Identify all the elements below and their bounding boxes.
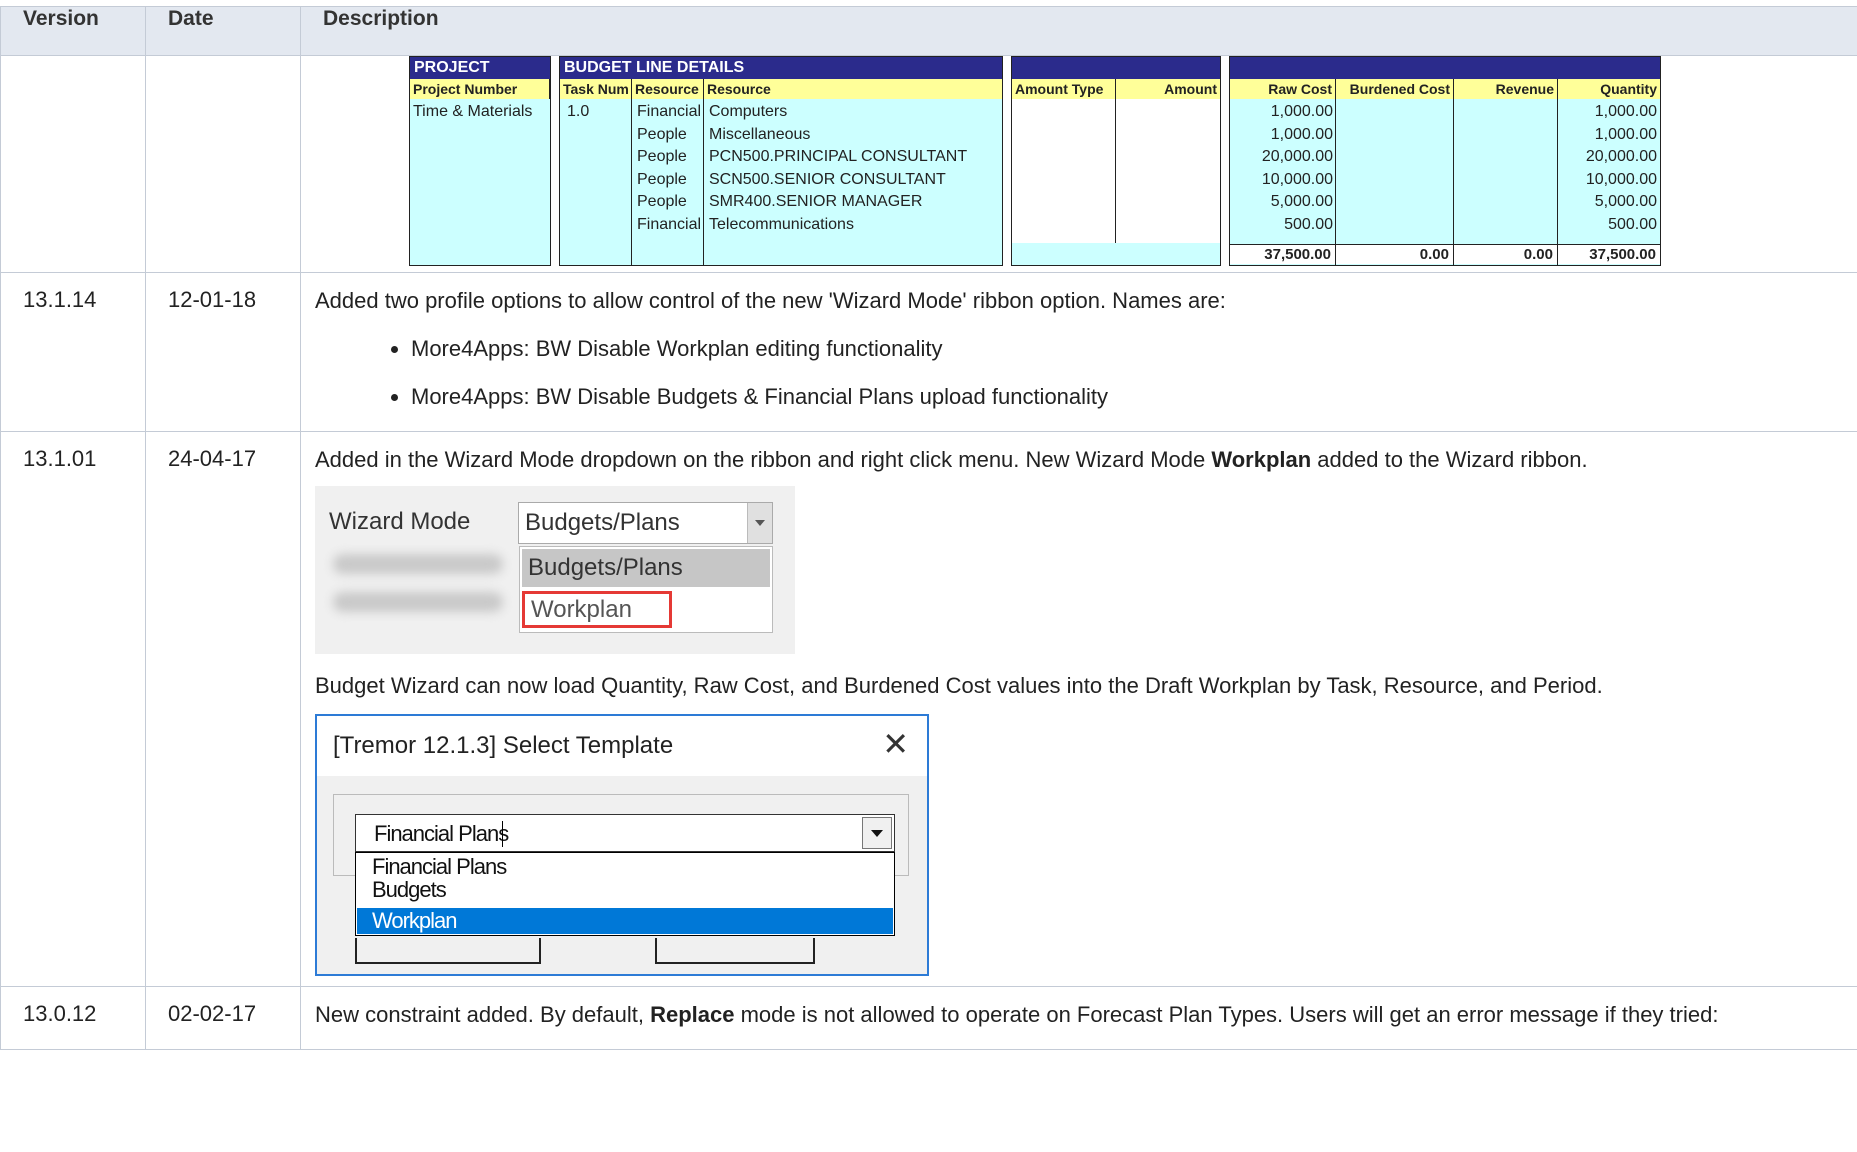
resource-cell: SMR400.SENIOR MANAGER bbox=[709, 193, 923, 210]
dialog-title: [Tremor 12.1.3] Select Template bbox=[333, 732, 674, 759]
template-list: Financial Plans Budgets Workplan bbox=[355, 852, 895, 936]
template-value: Financial Plans bbox=[374, 821, 509, 846]
total-raw-cost: 37,500.00 bbox=[1230, 244, 1336, 264]
version-cell bbox=[0, 55, 146, 273]
table-row: 13.0.12 02-02-17 New constraint added. B… bbox=[0, 986, 1857, 1050]
cost-block: Raw Cost Burdened Cost Revenue Quantity … bbox=[1229, 56, 1661, 266]
wizard-mode-screenshot: Wizard Mode Budgets/Plans Budgets/Plans … bbox=[315, 486, 795, 654]
quantity-header: Quantity bbox=[1558, 79, 1660, 99]
budget-line-bar: BUDGET LINE DETAILS bbox=[560, 57, 1002, 79]
dialog-button[interactable] bbox=[355, 938, 541, 964]
revenue-header: Revenue bbox=[1454, 79, 1558, 99]
select-template-dialog: [Tremor 12.1.3] Select Template ✕ Financ… bbox=[315, 714, 929, 976]
amount-header: Amount bbox=[1116, 79, 1220, 99]
resource-type-cell: People bbox=[637, 148, 687, 165]
raw-cost-cell: 20,000.00 bbox=[1261, 148, 1333, 165]
raw-cost-cell: 10,000.00 bbox=[1261, 170, 1333, 188]
chevron-down-icon[interactable] bbox=[862, 817, 892, 849]
task-num-value: 1.0 bbox=[567, 103, 590, 120]
bold-term: Replace bbox=[650, 1002, 735, 1027]
wizard-mode-option-budgets[interactable]: Budgets/Plans bbox=[522, 549, 770, 587]
table-row: PROJECT Project Number Time & Materials … bbox=[0, 55, 1857, 273]
wizard-mode-option-workplan[interactable]: Workplan bbox=[522, 591, 672, 628]
resource-type-header: Resource bbox=[632, 79, 704, 99]
description-cell: Added two profile options to allow contr… bbox=[300, 272, 1857, 432]
date-cell bbox=[145, 55, 301, 273]
budget-sheet-image: PROJECT Project Number Time & Materials … bbox=[301, 56, 1857, 266]
description-cell: PROJECT Project Number Time & Materials … bbox=[300, 55, 1857, 273]
resource-type-cell: People bbox=[637, 125, 687, 143]
version-cell: 13.1.01 bbox=[0, 431, 146, 987]
resource-cell: SCN500.SENIOR CONSULTANT bbox=[709, 170, 946, 188]
date-cell: 02-02-17 bbox=[145, 986, 301, 1050]
bold-term: Workplan bbox=[1211, 447, 1312, 472]
dialog-button[interactable] bbox=[655, 938, 815, 964]
date-cell: 12-01-18 bbox=[145, 272, 301, 432]
description-cell: New constraint added. By default, Replac… bbox=[300, 986, 1857, 1050]
wizard-mode-list: Budgets/Plans Workplan bbox=[519, 546, 773, 633]
list-item: More4Apps: BW Disable Budgets & Financia… bbox=[411, 373, 1856, 421]
wizard-mode-value: Budgets/Plans bbox=[525, 509, 680, 536]
entry-text: Added in the Wizard Mode dropdown on the… bbox=[315, 447, 1588, 472]
burdened-cost-header: Burdened Cost bbox=[1336, 79, 1454, 99]
version-cell: 13.0.12 bbox=[0, 986, 146, 1050]
total-burdened-cost: 0.00 bbox=[1336, 244, 1454, 264]
project-block: PROJECT Project Number Time & Materials bbox=[409, 56, 551, 266]
version-cell: 13.1.14 bbox=[0, 272, 146, 432]
bullet-list: More4Apps: BW Disable Workplan editing f… bbox=[315, 325, 1856, 421]
resource-type-cell: Financial bbox=[637, 103, 702, 120]
resource-cell: PCN500.PRINCIPAL CONSULTANT bbox=[709, 148, 968, 165]
raw-cost-header: Raw Cost bbox=[1230, 79, 1336, 99]
resource-cell: Telecommunications bbox=[709, 215, 854, 233]
text-cursor bbox=[502, 821, 503, 847]
total-revenue: 0.00 bbox=[1454, 244, 1558, 264]
task-num-header: Task Num bbox=[560, 79, 632, 99]
amount-block: Amount Type Amount bbox=[1011, 56, 1221, 266]
wizard-mode-label: Wizard Mode bbox=[329, 508, 471, 535]
raw-cost-cell: 1,000.00 bbox=[1270, 125, 1333, 143]
table-header-row: Version Date Description bbox=[0, 6, 1857, 56]
dialog-titlebar: [Tremor 12.1.3] Select Template ✕ bbox=[317, 716, 927, 776]
template-option-workplan[interactable]: Workplan bbox=[357, 908, 893, 934]
description-header: Description bbox=[300, 6, 1857, 56]
raw-cost-cell: 1,000.00 bbox=[1270, 103, 1333, 120]
total-quantity: 37,500.00 bbox=[1558, 244, 1660, 264]
project-bar: PROJECT bbox=[410, 57, 550, 79]
entry-text: Added two profile options to allow contr… bbox=[315, 288, 1226, 313]
close-icon[interactable]: ✕ bbox=[882, 726, 909, 762]
list-item: More4Apps: BW Disable Workplan editing f… bbox=[411, 325, 1856, 373]
raw-cost-cell: 5,000.00 bbox=[1270, 193, 1333, 210]
entry-text: New constraint added. By default, Replac… bbox=[315, 1002, 1719, 1027]
quantity-cell: 5,000.00 bbox=[1594, 193, 1657, 210]
release-notes-table: Version Date Description PROJECT Project… bbox=[0, 6, 1857, 1050]
template-combobox[interactable]: Financial Plans bbox=[355, 814, 895, 852]
description-cell: Added in the Wizard Mode dropdown on the… bbox=[300, 431, 1857, 987]
resource-type-cell: People bbox=[637, 170, 687, 188]
resource-cell: Miscellaneous bbox=[709, 125, 811, 143]
date-header: Date bbox=[145, 6, 301, 56]
chevron-down-icon[interactable] bbox=[747, 503, 772, 543]
quantity-cell: 10,000.00 bbox=[1585, 170, 1657, 188]
quantity-cell: 1,000.00 bbox=[1594, 103, 1657, 120]
quantity-cell: 1,000.00 bbox=[1594, 125, 1657, 143]
date-cell: 24-04-17 bbox=[145, 431, 301, 987]
quantity-cell: 20,000.00 bbox=[1585, 148, 1657, 165]
resource-type-cell: People bbox=[637, 193, 687, 210]
budget-line-block: BUDGET LINE DETAILS Task Num Resource Re… bbox=[559, 56, 1003, 266]
resource-header: Resource bbox=[704, 79, 1002, 99]
project-number-value: Time & Materials bbox=[413, 103, 533, 120]
table-row: 13.1.01 24-04-17 Added in the Wizard Mod… bbox=[0, 431, 1857, 987]
resource-cell: Computers bbox=[709, 103, 788, 120]
raw-cost-cell: 500.00 bbox=[1284, 215, 1333, 233]
amount-type-header: Amount Type bbox=[1012, 79, 1116, 99]
wizard-mode-dropdown[interactable]: Budgets/Plans bbox=[518, 502, 773, 544]
template-option-budgets[interactable]: Budgets bbox=[372, 877, 447, 903]
entry-text: Budget Wizard can now load Quantity, Raw… bbox=[315, 673, 1603, 698]
resource-type-cell: Financial bbox=[637, 215, 702, 233]
table-row: 13.1.14 12-01-18 Added two profile optio… bbox=[0, 272, 1857, 432]
project-number-header: Project Number bbox=[410, 79, 550, 99]
release-notes-page: Version Date Description PROJECT Project… bbox=[0, 0, 1857, 1152]
quantity-cell: 500.00 bbox=[1608, 215, 1657, 233]
version-header: Version bbox=[0, 6, 146, 56]
